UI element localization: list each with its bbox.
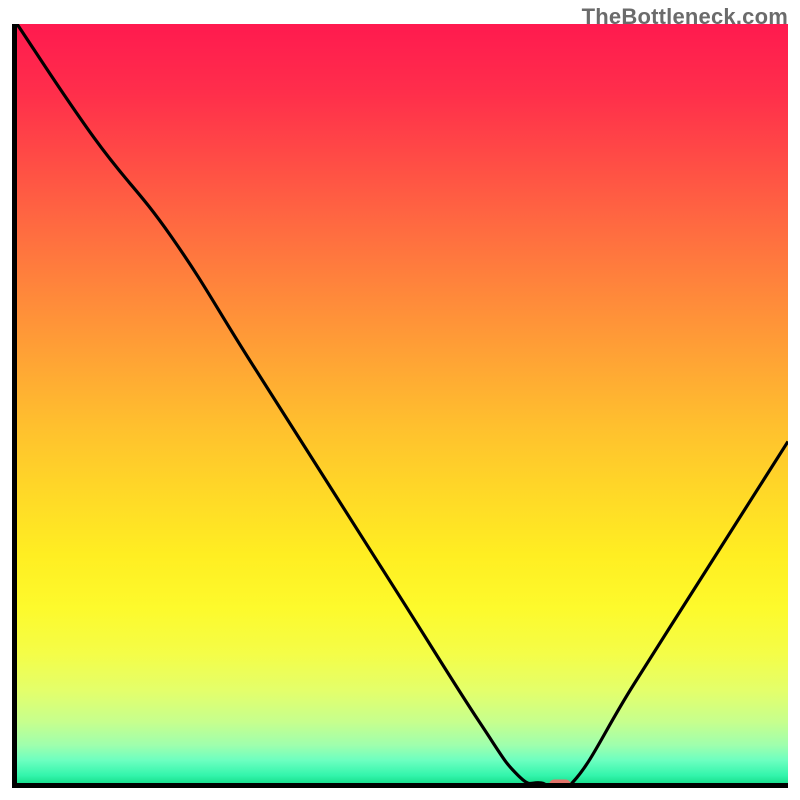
chart-container: TheBottleneck.com line bottleneck-curve <box>0 0 800 800</box>
optimum-marker <box>549 779 571 788</box>
plot-area <box>12 24 788 788</box>
gradient-background <box>17 24 788 783</box>
